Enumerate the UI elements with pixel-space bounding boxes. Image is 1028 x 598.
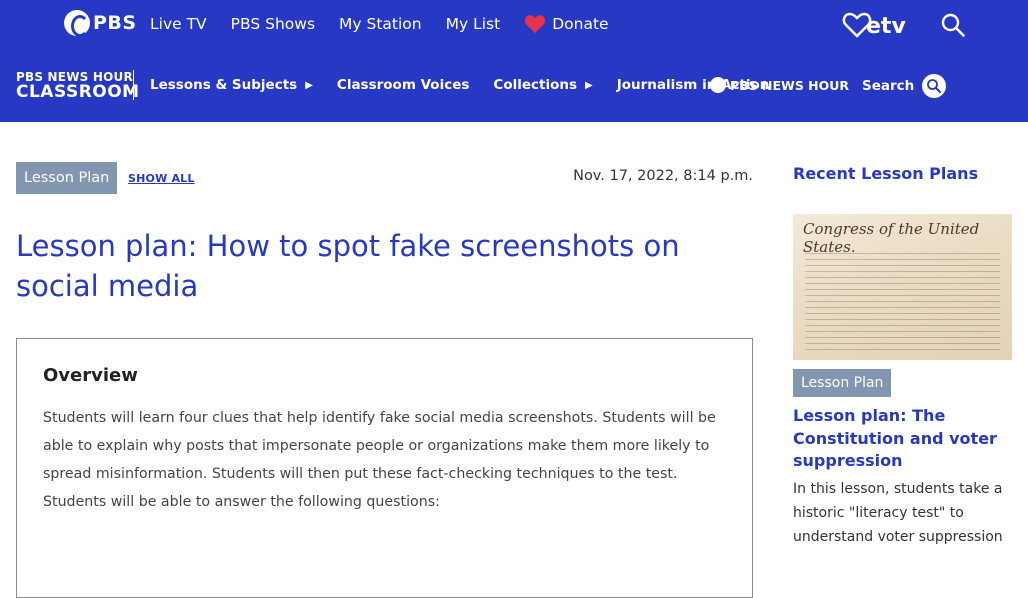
classroom-search-button[interactable]: Search [862, 74, 947, 98]
search-icon [922, 74, 947, 98]
classroom-search-label: Search [862, 78, 915, 94]
pbs-logo-text: PBS [93, 12, 137, 34]
classroom-logo[interactable]: PBS NEWS HOUR CLASSROOM [16, 71, 140, 101]
sidebar-article-description: In this lesson, students take a historic… [793, 481, 1003, 545]
nav-voices-label: Classroom Voices [336, 77, 470, 93]
overview-text: Students will learn four clues that help… [43, 410, 716, 510]
logo-divider [133, 70, 134, 100]
triangle-right-icon: ▶ [305, 79, 313, 91]
donate-button[interactable]: Donate [524, 14, 609, 34]
nav-collections-label: Collections [493, 77, 578, 93]
nav-pbs-shows[interactable]: PBS Shows [231, 15, 315, 33]
newshour-logo-text: PBS NEWS HOUR [730, 77, 850, 93]
triangle-right-icon: ▶ [585, 79, 593, 91]
nav-collections[interactable]: Collections ▶ [493, 77, 592, 93]
nav-lessons-label: Lessons & Subjects [150, 77, 298, 93]
show-all-link[interactable]: SHOW ALL [128, 172, 195, 185]
category-badge[interactable]: Lesson Plan [16, 162, 118, 194]
thumbnail-document-lines [805, 248, 1000, 352]
nav-live-tv[interactable]: Live TV [150, 15, 207, 33]
newshour-logo[interactable]: PBS NEWS HOUR [710, 77, 849, 93]
station-logo-text: etv [866, 14, 906, 39]
classroom-logo-line2: CLASSROOM [16, 82, 140, 102]
sidebar-article-title[interactable]: Lesson plan: The Constitution and voter … [793, 405, 1008, 473]
classroom-nav-bar: PBS NEWS HOUR CLASSROOM Lessons & Subjec… [0, 48, 1028, 122]
page-title: Lesson plan: How to spot fake screenshot… [16, 229, 680, 303]
donate-label: Donate [552, 15, 609, 33]
nav-my-list[interactable]: My List [446, 15, 501, 33]
recent-lesson-plans-heading: Recent Lesson Plans [793, 164, 979, 183]
constitution-thumbnail[interactable]: Congress of the United States. [793, 214, 1012, 360]
pbs-nav: Live TV PBS Shows My Station My List Don… [150, 0, 609, 48]
pbs-top-bar: PBS Live TV PBS Shows My Station My List… [0, 0, 1028, 48]
nav-classroom-voices[interactable]: Classroom Voices [337, 77, 470, 93]
classroom-nav: Lessons & Subjects ▶ Classroom Voices Co… [150, 48, 793, 122]
heart-icon [525, 15, 546, 34]
station-logo[interactable]: etv [842, 8, 906, 38]
pbs-head-icon [64, 10, 90, 37]
pbs-logo[interactable]: PBS [64, 10, 137, 37]
overview-box: Overview Students will learn four clues … [16, 338, 753, 598]
publish-date: Nov. 17, 2022, 8:14 p.m. [573, 168, 753, 184]
sidebar-category-badge[interactable]: Lesson Plan [793, 369, 892, 397]
pbs-head-icon [710, 77, 726, 93]
search-icon[interactable] [940, 12, 966, 38]
nav-lessons-subjects[interactable]: Lessons & Subjects ▶ [150, 77, 313, 93]
nav-my-station[interactable]: My Station [339, 15, 422, 33]
overview-heading: Overview [43, 365, 138, 386]
